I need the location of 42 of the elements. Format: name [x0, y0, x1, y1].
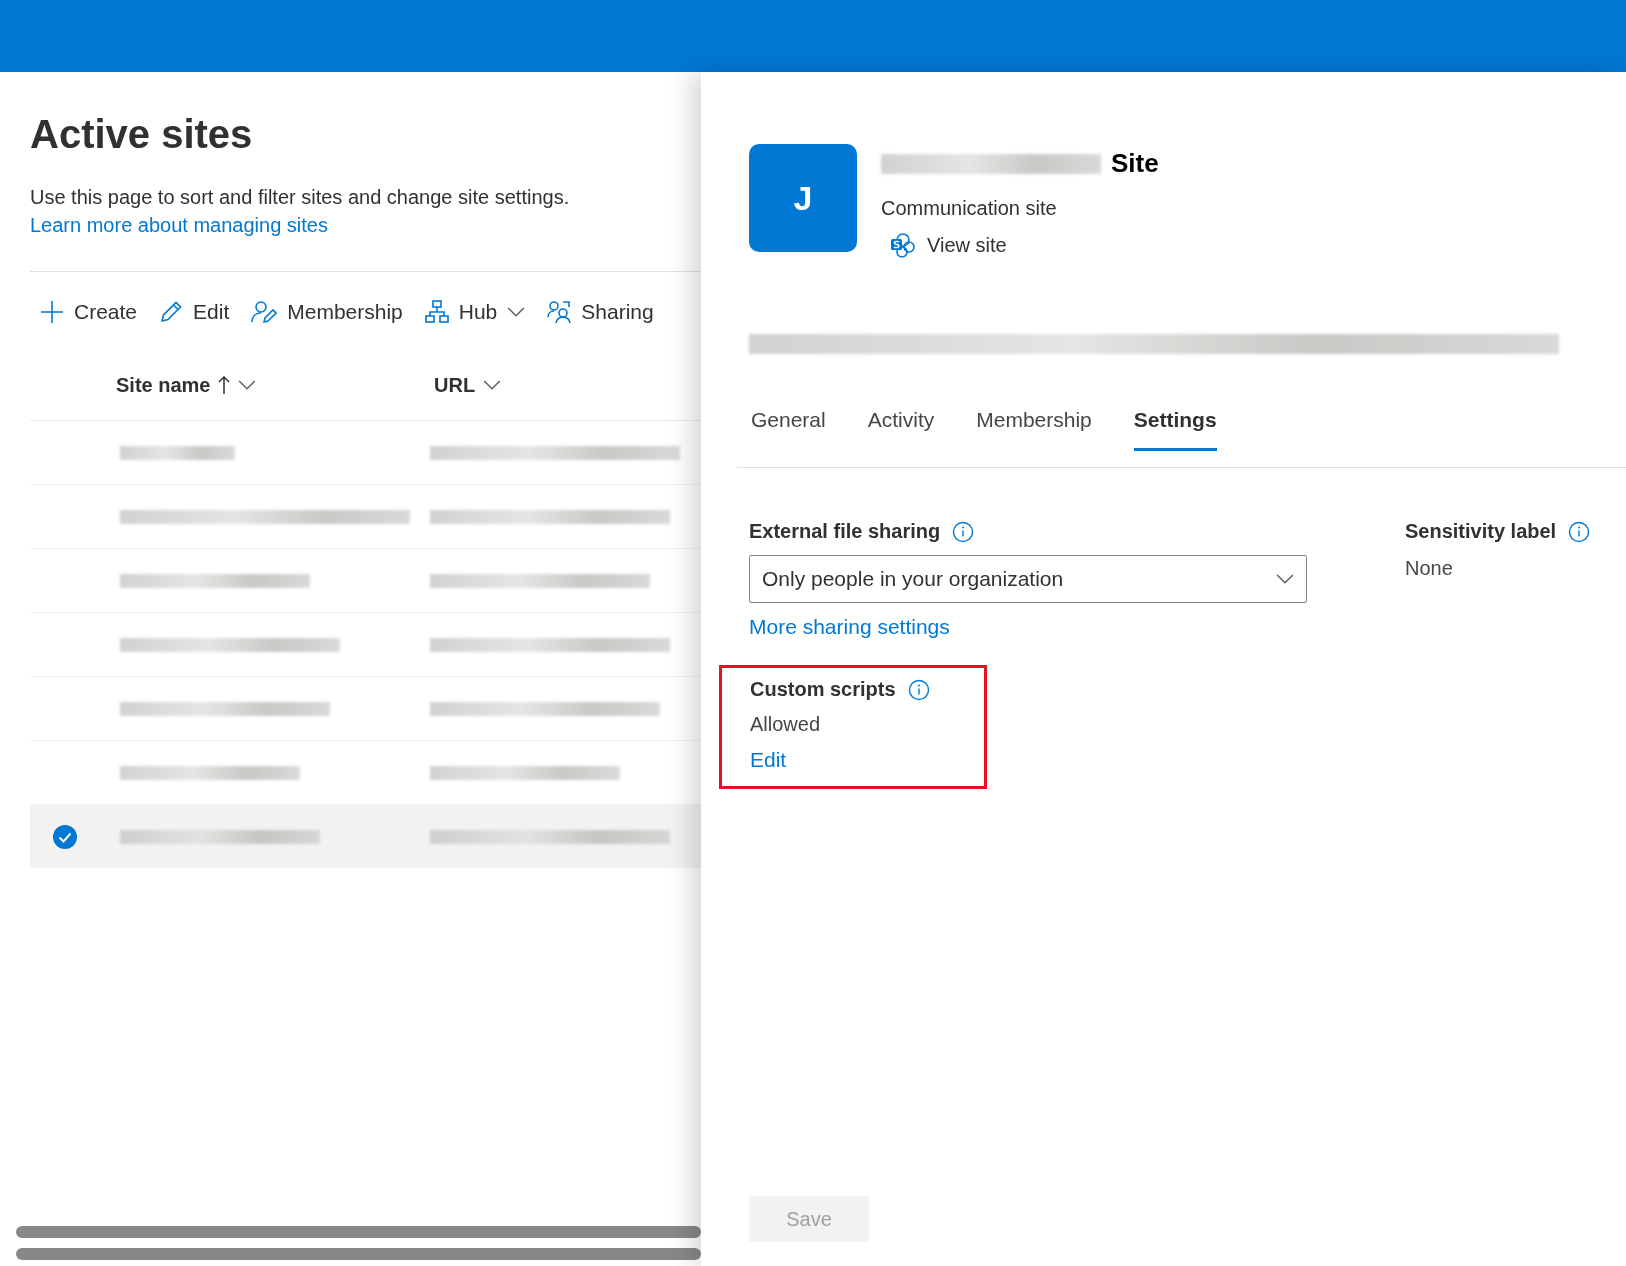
page-title: Active sites	[30, 112, 254, 157]
toolbar-button[interactable]: Membership	[251, 300, 403, 324]
field-label: Custom scripts	[750, 678, 896, 701]
toolbar-button[interactable]: Sharing	[547, 300, 654, 324]
tab[interactable]: Settings	[1133, 408, 1217, 451]
field-value: None	[1405, 557, 1454, 580]
toolbar-button[interactable]: Hub	[424, 300, 526, 324]
chevron-down-icon	[507, 306, 526, 318]
column-header[interactable]: Site name	[116, 373, 434, 397]
chevron-down-icon	[1276, 573, 1294, 585]
chevron-down-icon	[238, 379, 257, 391]
site-type: Communication site	[881, 197, 1058, 220]
pencil-icon	[159, 300, 184, 324]
plus-icon	[40, 300, 64, 324]
field-label: External file sharing	[749, 520, 941, 543]
info-icon	[907, 678, 930, 701]
field-value: Allowed	[750, 713, 822, 736]
people-icon	[547, 300, 572, 324]
hierarchy-icon	[424, 300, 449, 324]
checkmark-icon	[52, 823, 78, 850]
more-sharing-link[interactable]: More sharing settings	[749, 615, 950, 638]
scrollbar[interactable]	[16, 1248, 701, 1260]
info-icon	[952, 520, 975, 543]
page-description: Use this page to sort and filter sites and change site settings.	[30, 185, 571, 210]
toolbar-button[interactable]: Create	[40, 300, 138, 324]
chevron-down-icon	[483, 379, 502, 391]
person-edit-icon	[251, 300, 278, 324]
site-avatar: J	[749, 144, 857, 252]
site-title: Site	[1111, 148, 1159, 179]
view-site-link[interactable]: View site	[881, 232, 1159, 258]
toolbar-button[interactable]: Edit	[159, 300, 230, 324]
column-header[interactable]: URL	[434, 373, 674, 397]
tab[interactable]: Membership	[976, 408, 1092, 451]
field-label: Sensitivity label	[1405, 520, 1557, 543]
site-logo-icon	[889, 232, 915, 258]
tab[interactable]: Activity	[867, 408, 935, 451]
learn-more-link[interactable]: Learn more about managing sites	[30, 214, 328, 236]
info-icon	[1568, 520, 1591, 543]
edit-link[interactable]: Edit	[750, 748, 787, 771]
tab[interactable]: General	[751, 408, 826, 451]
sharing-dropdown[interactable]: Only people in your organization	[749, 555, 1307, 603]
scrollbar[interactable]	[16, 1226, 701, 1238]
